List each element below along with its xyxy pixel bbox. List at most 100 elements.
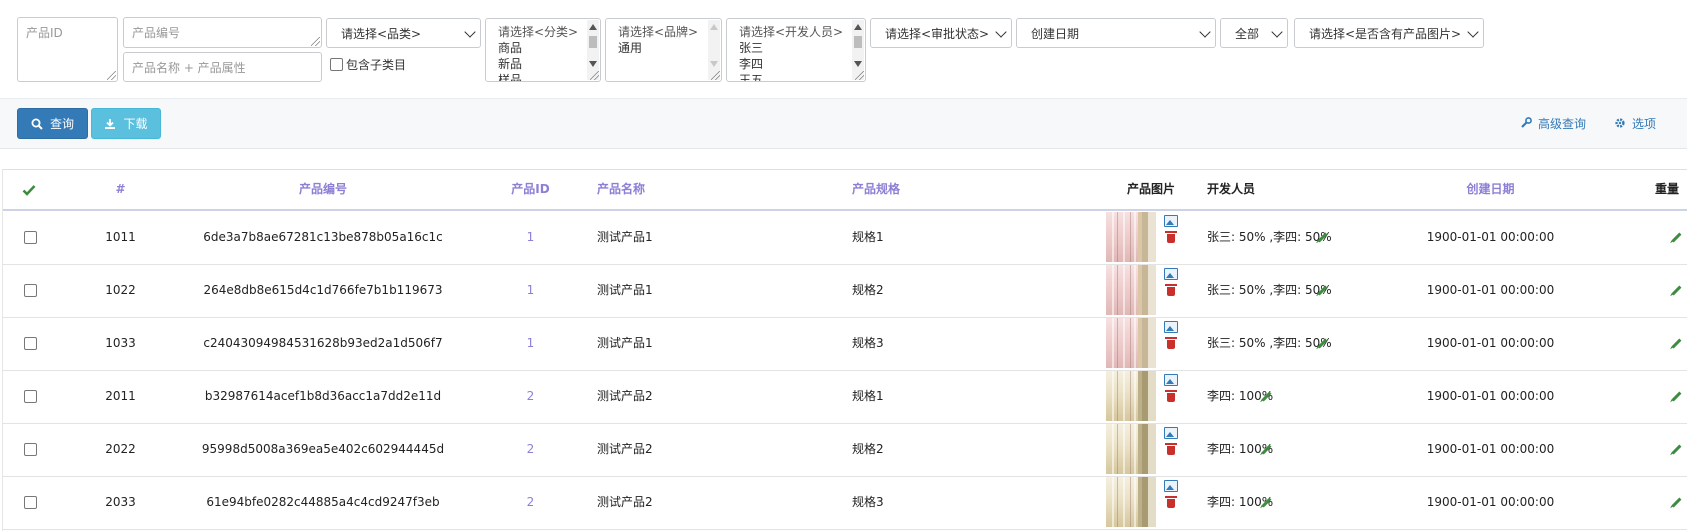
listbox-option[interactable]: 请选择<品牌>	[618, 24, 707, 40]
resize-handle-icon[interactable]	[107, 71, 116, 80]
trash-icon[interactable]	[1165, 443, 1177, 455]
options-link[interactable]: 选项	[1614, 114, 1656, 132]
cell-index: 2033	[105, 495, 136, 509]
product-thumbnail[interactable]	[1106, 424, 1156, 474]
query-button[interactable]: 查询	[17, 108, 88, 139]
row-checkbox[interactable]	[24, 443, 37, 456]
edit-weight-pencil-icon[interactable]	[1671, 391, 1682, 402]
product-name-input[interactable]: 产品名称 + 产品属性	[123, 52, 322, 82]
scroll-thumb[interactable]	[854, 36, 862, 48]
product-code-input[interactable]: 产品编号	[123, 17, 322, 48]
product-thumbnail[interactable]	[1106, 265, 1156, 315]
cell-product-id-link[interactable]: 2	[493, 370, 568, 423]
cell-index: 2011	[105, 389, 136, 403]
cell-product-id-link[interactable]: 1	[493, 317, 568, 370]
resize-handle-icon[interactable]	[711, 71, 720, 80]
developer-listbox[interactable]: 请选择<开发人员> 张三 李四 王五	[726, 18, 866, 82]
classification-listbox[interactable]: 请选择<分类> 商品 新品 样品	[485, 18, 601, 82]
cell-product-id-link[interactable]: 2	[493, 423, 568, 476]
edit-weight-pencil-icon[interactable]	[1671, 285, 1682, 296]
product-thumbnail[interactable]	[1106, 371, 1156, 421]
cell-product-id-link[interactable]: 2	[493, 476, 568, 529]
table-row: 1033 c24043094984531628b93ed2a1d506f7 1 …	[3, 317, 1687, 371]
header-created-date[interactable]: 创建日期	[1403, 170, 1578, 209]
row-checkbox[interactable]	[24, 496, 37, 509]
resize-handle-icon[interactable]	[590, 71, 599, 80]
image-icon[interactable]	[1164, 374, 1178, 386]
approval-status-select[interactable]: 请选择<审批状态>	[870, 18, 1012, 48]
category-select[interactable]: 请选择<品类>	[326, 18, 481, 48]
scroll-down-icon[interactable]	[710, 61, 718, 67]
cell-product-name: 测试产品1	[597, 283, 653, 297]
scroll-down-icon[interactable]	[589, 61, 597, 67]
edit-weight-pencil-icon[interactable]	[1671, 232, 1682, 243]
cell-developer: 张三: 50% ,李四: 50%	[1207, 336, 1332, 350]
header-product-code[interactable]: 产品编号	[188, 170, 458, 209]
range-select[interactable]: 全部	[1220, 18, 1288, 48]
brand-listbox[interactable]: 请选择<品牌> 通用	[605, 18, 722, 82]
cell-product-spec: 规格2	[852, 442, 884, 456]
date-type-select[interactable]: 创建日期	[1016, 18, 1216, 48]
listbox-option[interactable]: 李四	[739, 56, 851, 72]
edit-weight-pencil-icon[interactable]	[1671, 497, 1682, 508]
header-product-name[interactable]: 产品名称	[597, 170, 645, 209]
header-product-spec[interactable]: 产品规格	[852, 170, 900, 209]
edit-weight-pencil-icon[interactable]	[1671, 444, 1682, 455]
listbox-option[interactable]: 请选择<开发人员>	[739, 24, 851, 40]
date-type-value: 创建日期	[1031, 27, 1080, 41]
trash-icon[interactable]	[1165, 390, 1177, 402]
row-checkbox[interactable]	[24, 390, 37, 403]
cell-product-id-link[interactable]: 1	[493, 211, 568, 264]
cell-product-code: 264e8db8e615d4c1d766fe7b1b119673	[203, 283, 443, 297]
product-code-placeholder: 产品编号	[132, 26, 181, 40]
advanced-query-link[interactable]: 高级查询	[1520, 114, 1586, 132]
table-row: 2022 95998d5008a369ea5e402c602944445d 2 …	[3, 423, 1687, 477]
table-row: 1011 6de3a7b8ae67281c13be878b05a16c1c 1 …	[3, 211, 1687, 265]
resize-handle-icon[interactable]	[855, 71, 864, 80]
row-checkbox[interactable]	[24, 337, 37, 350]
image-icon[interactable]	[1164, 480, 1178, 492]
product-thumbnail[interactable]	[1106, 477, 1156, 527]
chevron-down-icon	[1271, 26, 1283, 38]
image-icon[interactable]	[1164, 268, 1178, 280]
listbox-option[interactable]: 王五	[739, 72, 851, 81]
select-all-check-icon[interactable]	[22, 184, 36, 196]
image-icon[interactable]	[1164, 215, 1178, 227]
listbox-option[interactable]: 张三	[739, 40, 851, 56]
has-image-select[interactable]: 请选择<是否含有产品图片>	[1294, 18, 1484, 48]
listbox-option[interactable]: 商品	[498, 40, 586, 56]
include-subcategory-checkbox[interactable]	[330, 57, 343, 71]
scroll-thumb[interactable]	[589, 36, 597, 48]
listbox-option[interactable]: 通用	[618, 40, 707, 56]
download-button[interactable]: 下载	[91, 108, 161, 139]
scroll-down-icon[interactable]	[854, 61, 862, 67]
edit-weight-pencil-icon[interactable]	[1671, 338, 1682, 349]
scroll-up-icon[interactable]	[854, 24, 862, 30]
image-icon[interactable]	[1164, 427, 1178, 439]
product-thumbnail[interactable]	[1106, 318, 1156, 368]
cell-created-date: 1900-01-01 00:00:00	[1426, 389, 1555, 403]
row-checkbox[interactable]	[24, 284, 37, 297]
scroll-up-icon[interactable]	[589, 24, 597, 30]
header-index[interactable]: #	[83, 170, 158, 209]
include-subcategory-option[interactable]: 包含子类目	[330, 56, 406, 72]
listbox-option[interactable]: 请选择<分类>	[498, 24, 586, 40]
product-thumbnail[interactable]	[1106, 212, 1156, 262]
trash-icon[interactable]	[1165, 284, 1177, 296]
product-name-placeholder: 产品名称 + 产品属性	[132, 61, 246, 75]
scroll-up-icon[interactable]	[710, 24, 718, 30]
table-row: 1022 264e8db8e615d4c1d766fe7b1b119673 1 …	[3, 264, 1687, 318]
trash-icon[interactable]	[1165, 337, 1177, 349]
trash-icon[interactable]	[1165, 231, 1177, 243]
row-checkbox[interactable]	[24, 231, 37, 244]
image-icon[interactable]	[1164, 321, 1178, 333]
product-id-input[interactable]: 产品ID	[17, 17, 118, 82]
resize-handle-icon[interactable]	[311, 37, 320, 46]
cell-product-id-link[interactable]: 1	[493, 264, 568, 317]
listbox-option[interactable]: 新品	[498, 56, 586, 72]
trash-icon[interactable]	[1165, 496, 1177, 508]
listbox-option[interactable]: 样品	[498, 72, 586, 81]
header-product-id[interactable]: 产品ID	[493, 170, 568, 209]
filter-panel: 产品ID 产品编号 产品名称 + 产品属性 请选择<品类> 包含子类目 请选择<…	[0, 0, 1687, 149]
wrench-icon	[1521, 117, 1532, 128]
